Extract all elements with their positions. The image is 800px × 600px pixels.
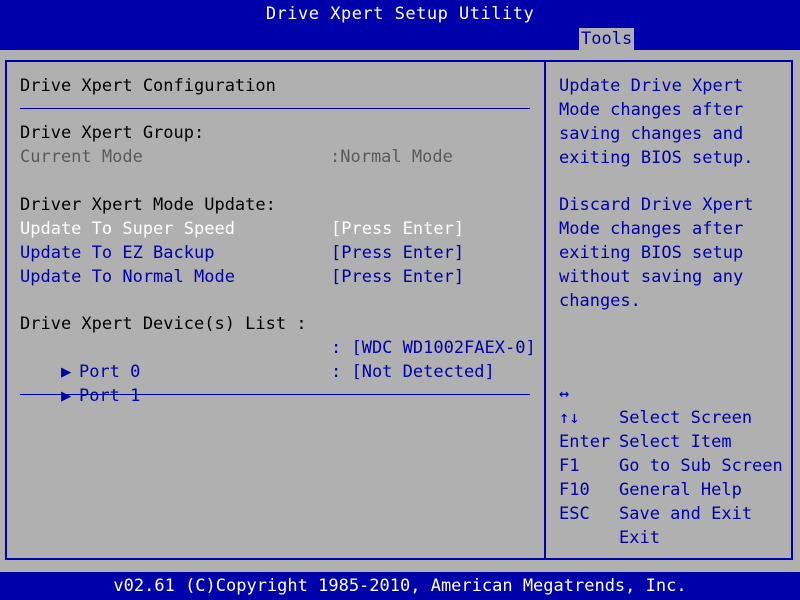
section-divider-bottom [20, 394, 530, 395]
update-ez-backup[interactable]: Update To EZ Backup [20, 241, 214, 265]
update-ez-backup-value[interactable]: [Press Enter] [331, 241, 464, 265]
key-desc: Select Item [619, 432, 732, 452]
help-text-discard: Discard Drive Xpert Mode changes after e… [559, 195, 764, 311]
triangle-right-icon: ▶ [60, 386, 72, 406]
key-row-save-exit: F10 Save and Exit [559, 454, 752, 524]
port-1-label: Port 1 [78, 386, 141, 406]
key-row-exit: ESC Exit [559, 478, 660, 548]
port-0-value: : [WDC WD1002FAEX-0] [331, 338, 536, 358]
key-name: ESC [559, 504, 590, 524]
group-header: Drive Xpert Group: [20, 123, 205, 143]
device-list-header: Drive Xpert Device(s) List : [20, 314, 307, 334]
panel-divider [544, 60, 546, 560]
window-title: Drive Xpert Setup Utility [0, 0, 800, 28]
key-row-general-help: F1 General Help [559, 430, 742, 500]
key-row-select-screen: ↔ Select Screen [559, 358, 752, 428]
copyright-footer: v02.61 (C)Copyright 1985-2010, American … [0, 572, 800, 600]
section-title: Drive Xpert Configuration [20, 76, 276, 96]
port-1-value: : [Not Detected] [331, 362, 495, 382]
port-0-item[interactable]: ▶ Port 0 [20, 336, 140, 382]
key-desc: Select Screen [619, 408, 753, 428]
update-normal-mode-value[interactable]: [Press Enter] [331, 265, 464, 289]
section-divider-top [20, 108, 530, 109]
port-1-item[interactable]: ▶ Port 1 [20, 360, 140, 406]
update-super-speed-value[interactable]: [Press Enter] [331, 217, 464, 241]
current-mode-value: :Normal Mode [330, 147, 453, 167]
key-desc: Go to Sub Screen [619, 456, 783, 476]
main-content: Drive Xpert Configuration Drive Xpert Gr… [0, 50, 800, 572]
update-super-speed[interactable]: Update To Super Speed [20, 217, 235, 241]
key-desc: General Help [619, 480, 742, 500]
key-legend: ↔ Select Screen ↑↓ Select Item Enter Go … [559, 358, 783, 548]
current-mode-label: Current Mode [20, 147, 143, 167]
key-desc: Exit [619, 528, 660, 548]
key-row-select-item: ↑↓ Select Item [559, 382, 732, 452]
menu-bar: Tools [0, 28, 800, 50]
tab-tools[interactable]: Tools [579, 28, 635, 50]
update-header: Driver Xpert Mode Update: [20, 195, 276, 215]
update-normal-mode[interactable]: Update To Normal Mode [20, 265, 235, 289]
key-row-sub-screen: Enter Go to Sub Screen [559, 406, 783, 476]
key-desc: Save and Exit [619, 504, 753, 524]
help-text-update: Update Drive Xpert Mode changes after sa… [559, 76, 754, 168]
